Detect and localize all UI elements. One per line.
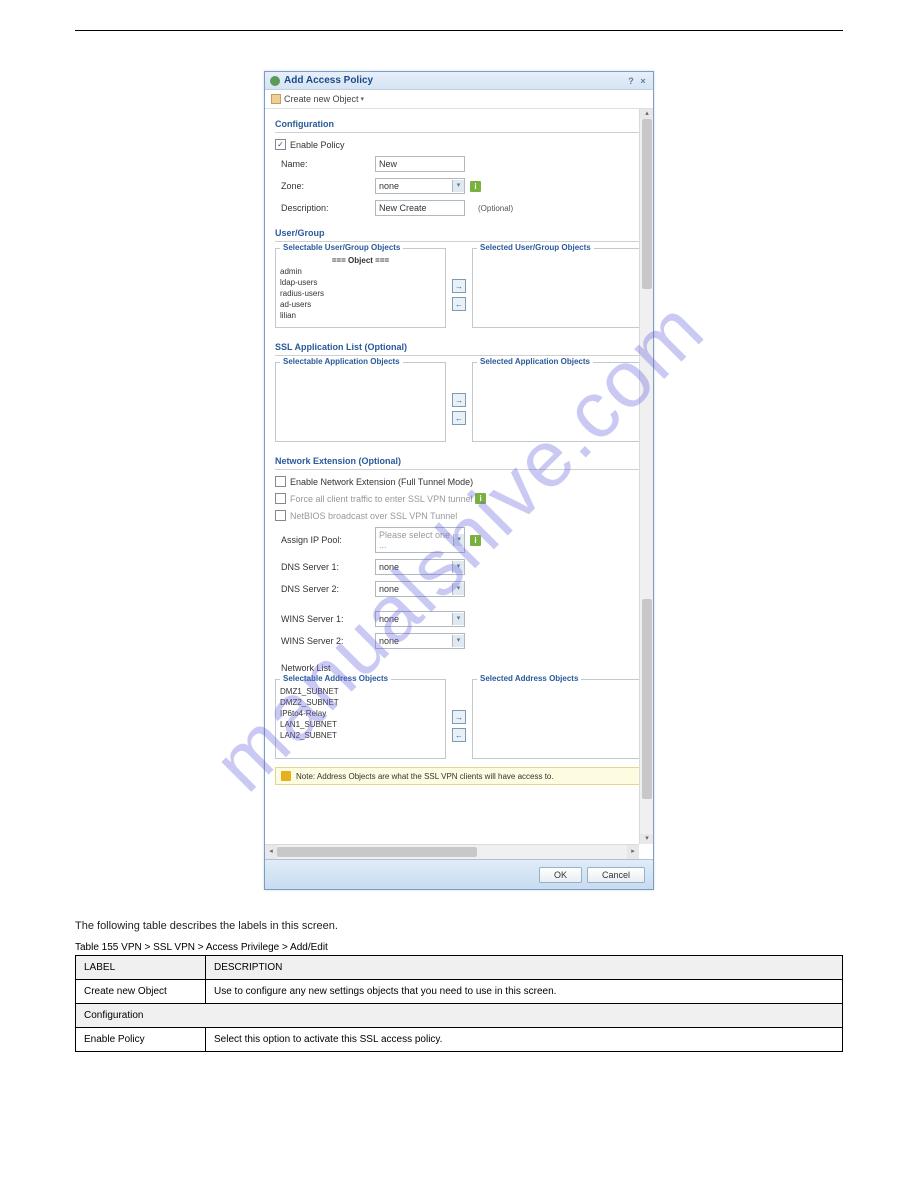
wins2-dropdown[interactable]: none▾ <box>375 633 465 649</box>
scroll-up-icon[interactable]: ▴ <box>640 109 653 119</box>
move-left-button[interactable]: ← <box>452 297 466 311</box>
list-item[interactable]: admin <box>280 266 441 277</box>
dns1-dropdown[interactable]: none▾ <box>375 559 465 575</box>
selected-address-list[interactable]: Selected Address Objects <box>472 679 643 759</box>
netbios-checkbox[interactable] <box>275 510 286 521</box>
dialog-toolbar: Create new Object ▾ <box>265 90 653 109</box>
move-right-button[interactable]: → <box>452 710 466 724</box>
optional-label: (Optional) <box>478 204 513 213</box>
table-row: Create new Object Use to configure any n… <box>76 980 843 1004</box>
gear-icon <box>270 76 280 86</box>
scroll-right-icon[interactable]: ▸ <box>627 845 639 859</box>
horizontal-scrollbar[interactable]: ◂ ▸ <box>265 844 639 859</box>
note-box: Note: Address Objects are what the SSL V… <box>275 767 643 785</box>
create-dropdown-icon[interactable]: ▾ <box>361 95 365 103</box>
scroll-area: Configuration Enable Policy Name: New Zo… <box>265 109 653 844</box>
enable-network-ext-label: Enable Network Extension (Full Tunnel Mo… <box>290 477 473 487</box>
section-network-extension: Network Extension (Optional) <box>275 450 643 470</box>
table-header-description: DESCRIPTION <box>206 956 843 980</box>
info-icon[interactable]: i <box>470 535 481 546</box>
list-item[interactable]: DMZ1_SUBNET <box>280 686 441 697</box>
scroll-thumb[interactable] <box>642 119 652 289</box>
scroll-down-icon[interactable]: ▾ <box>640 834 653 844</box>
table-intro-text: The following table describes the labels… <box>75 920 843 932</box>
move-right-button[interactable]: → <box>452 279 466 293</box>
note-text: Note: Address Objects are what the SSL V… <box>296 772 554 781</box>
dns2-dropdown[interactable]: none▾ <box>375 581 465 597</box>
name-label: Name: <box>275 159 375 169</box>
name-input[interactable]: New <box>375 156 465 172</box>
dns1-label: DNS Server 1: <box>275 562 375 572</box>
wins1-label: WINS Server 1: <box>275 614 375 624</box>
enable-network-ext-checkbox[interactable] <box>275 476 286 487</box>
list-item[interactable]: radius-users <box>280 288 441 299</box>
chevron-down-icon: ▾ <box>452 561 464 573</box>
zone-dropdown[interactable]: none▾ <box>375 178 465 194</box>
move-right-button[interactable]: → <box>452 393 466 407</box>
info-icon[interactable]: i <box>470 181 481 192</box>
scroll-left-icon[interactable]: ◂ <box>265 845 277 859</box>
list-item[interactable]: ldap-users <box>280 277 441 288</box>
assign-ip-label: Assign IP Pool: <box>275 535 375 545</box>
selectable-app-list[interactable]: Selectable Application Objects <box>275 362 446 442</box>
selected-user-list[interactable]: Selected User/Group Objects <box>472 248 643 328</box>
list-item[interactable]: DMZ2_SUBNET <box>280 697 441 708</box>
chevron-down-icon: ▾ <box>453 534 464 546</box>
list-item[interactable]: ad-users <box>280 299 441 310</box>
dialog-title-bar: Add Access Policy ? × <box>265 72 653 90</box>
section-user-group: User/Group <box>275 222 643 242</box>
list-item[interactable]: LAN2_SUBNET <box>280 730 441 741</box>
assign-ip-dropdown[interactable]: Please select one ...▾ <box>375 527 465 553</box>
selected-app-list[interactable]: Selected Application Objects <box>472 362 643 442</box>
wins1-dropdown[interactable]: none▾ <box>375 611 465 627</box>
description-label: Description: <box>275 203 375 213</box>
scroll-thumb[interactable] <box>642 599 652 799</box>
selectable-address-list[interactable]: Selectable Address Objects DMZ1_SUBNET D… <box>275 679 446 759</box>
list-item[interactable]: IP6to4-Relay <box>280 708 441 719</box>
chevron-down-icon: ▾ <box>452 635 464 647</box>
chevron-down-icon: ▾ <box>452 613 464 625</box>
move-left-button[interactable]: ← <box>452 728 466 742</box>
network-list-label: Network List <box>275 663 375 673</box>
table-caption: Table 155 VPN > SSL VPN > Access Privile… <box>75 942 843 953</box>
description-input[interactable]: New Create <box>375 200 465 216</box>
create-new-object-link[interactable]: Create new Object <box>284 94 359 104</box>
wins2-label: WINS Server 2: <box>275 636 375 646</box>
zone-label: Zone: <box>275 181 375 191</box>
help-button[interactable]: ? <box>626 76 636 86</box>
list-item[interactable]: LAN1_SUBNET <box>280 719 441 730</box>
table-header-label: LABEL <box>76 956 206 980</box>
table-row: Enable Policy Select this option to acti… <box>76 1028 843 1052</box>
force-traffic-checkbox[interactable] <box>275 493 286 504</box>
chevron-down-icon: ▾ <box>452 180 464 192</box>
object-header: === Object === <box>280 255 441 266</box>
enable-policy-label: Enable Policy <box>290 140 345 150</box>
ok-button[interactable]: OK <box>539 867 582 883</box>
add-access-policy-dialog: Add Access Policy ? × Create new Object … <box>264 71 654 890</box>
table-section-row: Configuration <box>76 1004 843 1028</box>
vertical-scrollbar[interactable]: ▴ ▾ <box>639 109 653 844</box>
list-item[interactable]: lilian <box>280 310 441 321</box>
move-left-button[interactable]: ← <box>452 411 466 425</box>
chevron-down-icon: ▾ <box>452 583 464 595</box>
info-icon[interactable]: i <box>475 493 486 504</box>
page-divider <box>75 30 843 31</box>
note-icon <box>281 771 291 781</box>
selectable-user-list[interactable]: Selectable User/Group Objects === Object… <box>275 248 446 328</box>
enable-policy-checkbox[interactable] <box>275 139 286 150</box>
dns2-label: DNS Server 2: <box>275 584 375 594</box>
section-ssl-application: SSL Application List (Optional) <box>275 336 643 356</box>
section-configuration: Configuration <box>275 113 643 133</box>
dialog-footer: OK Cancel <box>265 859 653 889</box>
force-traffic-label: Force all client traffic to enter SSL VP… <box>290 494 473 504</box>
scroll-thumb[interactable] <box>277 847 477 857</box>
new-object-icon <box>271 94 281 104</box>
dialog-body: Configuration Enable Policy Name: New Zo… <box>265 109 653 889</box>
dialog-title-text: Add Access Policy <box>284 75 373 86</box>
close-button[interactable]: × <box>638 76 648 86</box>
fields-description-table: LABEL DESCRIPTION Create new Object Use … <box>75 955 843 1052</box>
cancel-button[interactable]: Cancel <box>587 867 645 883</box>
netbios-label: NetBIOS broadcast over SSL VPN Tunnel <box>290 511 457 521</box>
